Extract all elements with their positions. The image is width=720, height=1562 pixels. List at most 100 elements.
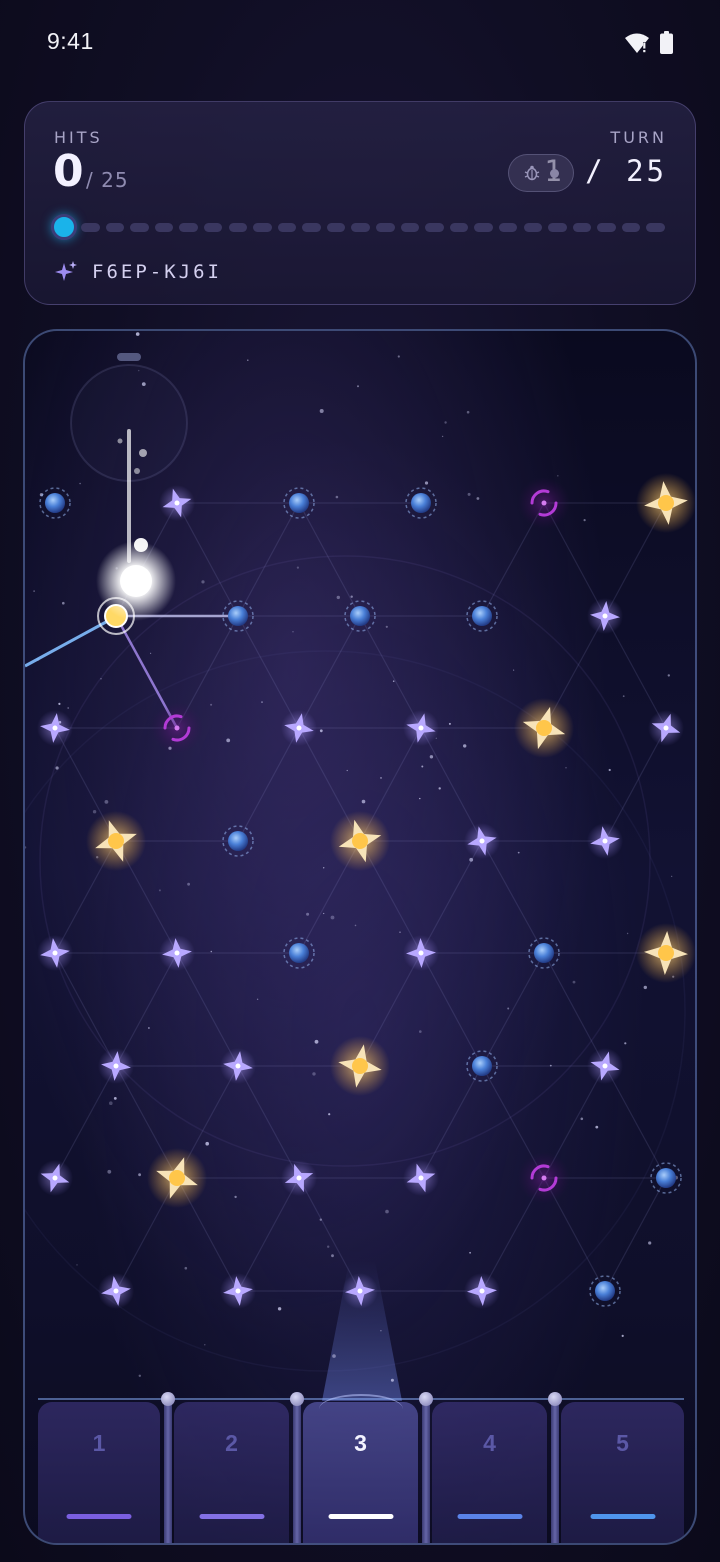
progress-dash <box>326 223 346 232</box>
star-link <box>420 1065 483 1179</box>
board-node <box>403 1160 439 1196</box>
slot-tray: 1 2 3 4 5 <box>38 1392 684 1543</box>
board-node <box>636 473 695 533</box>
blue-orb-icon <box>411 493 431 513</box>
slot-5[interactable]: 5 <box>561 1402 684 1543</box>
star-core <box>602 613 608 619</box>
debug-toggle[interactable] <box>508 154 574 192</box>
progress-dash <box>474 223 493 232</box>
blue-orb-icon <box>228 606 248 626</box>
progress-dash <box>105 223 125 232</box>
star-core <box>235 1288 241 1294</box>
hits-value: 0 <box>53 146 84 197</box>
board-node <box>518 1152 570 1204</box>
bg-star <box>92 810 97 814</box>
bg-star <box>643 985 647 990</box>
bg-star <box>76 1264 78 1266</box>
toggle-knob <box>550 169 559 178</box>
board-node <box>151 702 203 754</box>
board-node <box>587 598 623 634</box>
bg-star <box>583 519 586 522</box>
bg-star <box>150 652 152 654</box>
bg-star <box>444 421 447 424</box>
slot-2[interactable]: 2 <box>174 1402 289 1543</box>
board-node <box>281 710 317 746</box>
progress-dash <box>597 223 616 232</box>
star-link <box>176 952 239 1067</box>
launcher-handle[interactable] <box>117 353 141 361</box>
progress-dash <box>228 223 248 232</box>
bg-star <box>201 580 205 584</box>
star-core <box>357 1288 363 1294</box>
star-link <box>54 952 117 1067</box>
bg-star <box>210 950 213 953</box>
progress-dash <box>523 223 543 232</box>
bg-star <box>667 674 670 677</box>
slot-divider-peg <box>290 1392 304 1543</box>
bg-star <box>187 882 191 886</box>
bg-star <box>184 1266 188 1270</box>
board-node <box>648 710 684 746</box>
bg-star <box>319 409 324 413</box>
blue-orb-icon <box>472 1056 492 1076</box>
bg-star <box>357 385 359 388</box>
slot-1[interactable]: 1 <box>38 1402 160 1543</box>
bg-star <box>306 912 310 916</box>
bg-star <box>380 1330 382 1332</box>
slot-4[interactable]: 4 <box>432 1402 547 1543</box>
bg-star <box>438 787 441 790</box>
active-slot-arc <box>319 1394 403 1424</box>
bg-star <box>335 495 339 499</box>
bg-star <box>361 799 366 804</box>
star-link <box>420 727 483 842</box>
progress-dash <box>203 223 223 232</box>
bg-star <box>350 595 353 598</box>
progress-dash <box>548 223 567 232</box>
star-core <box>602 1063 608 1069</box>
board-node <box>147 1148 207 1208</box>
bg-star <box>507 1007 510 1010</box>
bg-star <box>399 931 401 933</box>
bg-star <box>385 1209 389 1214</box>
bg-star <box>135 332 140 336</box>
ball-core <box>120 565 152 597</box>
bg-star <box>138 1173 141 1177</box>
board-node <box>98 1273 134 1309</box>
game-board[interactable]: 1 2 3 4 5 <box>23 329 697 1545</box>
bg-star <box>622 695 625 698</box>
blue-orb-icon <box>228 831 248 851</box>
bg-star <box>466 410 470 414</box>
bg-star <box>234 1195 237 1199</box>
bg-star <box>441 435 444 438</box>
board-node <box>636 923 695 983</box>
bg-star <box>595 1125 599 1129</box>
status-bar: 9:41 <box>0 0 720 88</box>
blue-orb-icon <box>472 606 492 626</box>
star-link <box>604 727 667 842</box>
hits-total: / 25 <box>86 168 129 192</box>
star-core <box>113 1288 119 1294</box>
bg-star <box>327 1245 330 1248</box>
progress-dash <box>302 223 321 232</box>
gold-star-core <box>169 1170 185 1186</box>
progress-dash <box>449 223 469 232</box>
portal-core <box>541 500 547 506</box>
bg-star <box>296 566 299 569</box>
slot-label: 5 <box>616 1430 629 1456</box>
board-node <box>86 811 146 871</box>
bg-star <box>58 702 61 705</box>
board-node <box>159 935 195 971</box>
star-core <box>418 725 424 731</box>
star-core <box>479 838 485 844</box>
slot-label: 1 <box>92 1430 106 1456</box>
bg-star <box>419 797 421 800</box>
star-core <box>602 838 608 844</box>
star-link <box>420 840 483 954</box>
star-link <box>237 502 300 617</box>
star-core <box>174 500 180 506</box>
bg-star <box>390 1378 394 1382</box>
bg-star <box>397 355 400 358</box>
bg-star <box>104 800 109 804</box>
star-core <box>418 950 424 956</box>
slot-3[interactable]: 3 <box>303 1394 418 1543</box>
